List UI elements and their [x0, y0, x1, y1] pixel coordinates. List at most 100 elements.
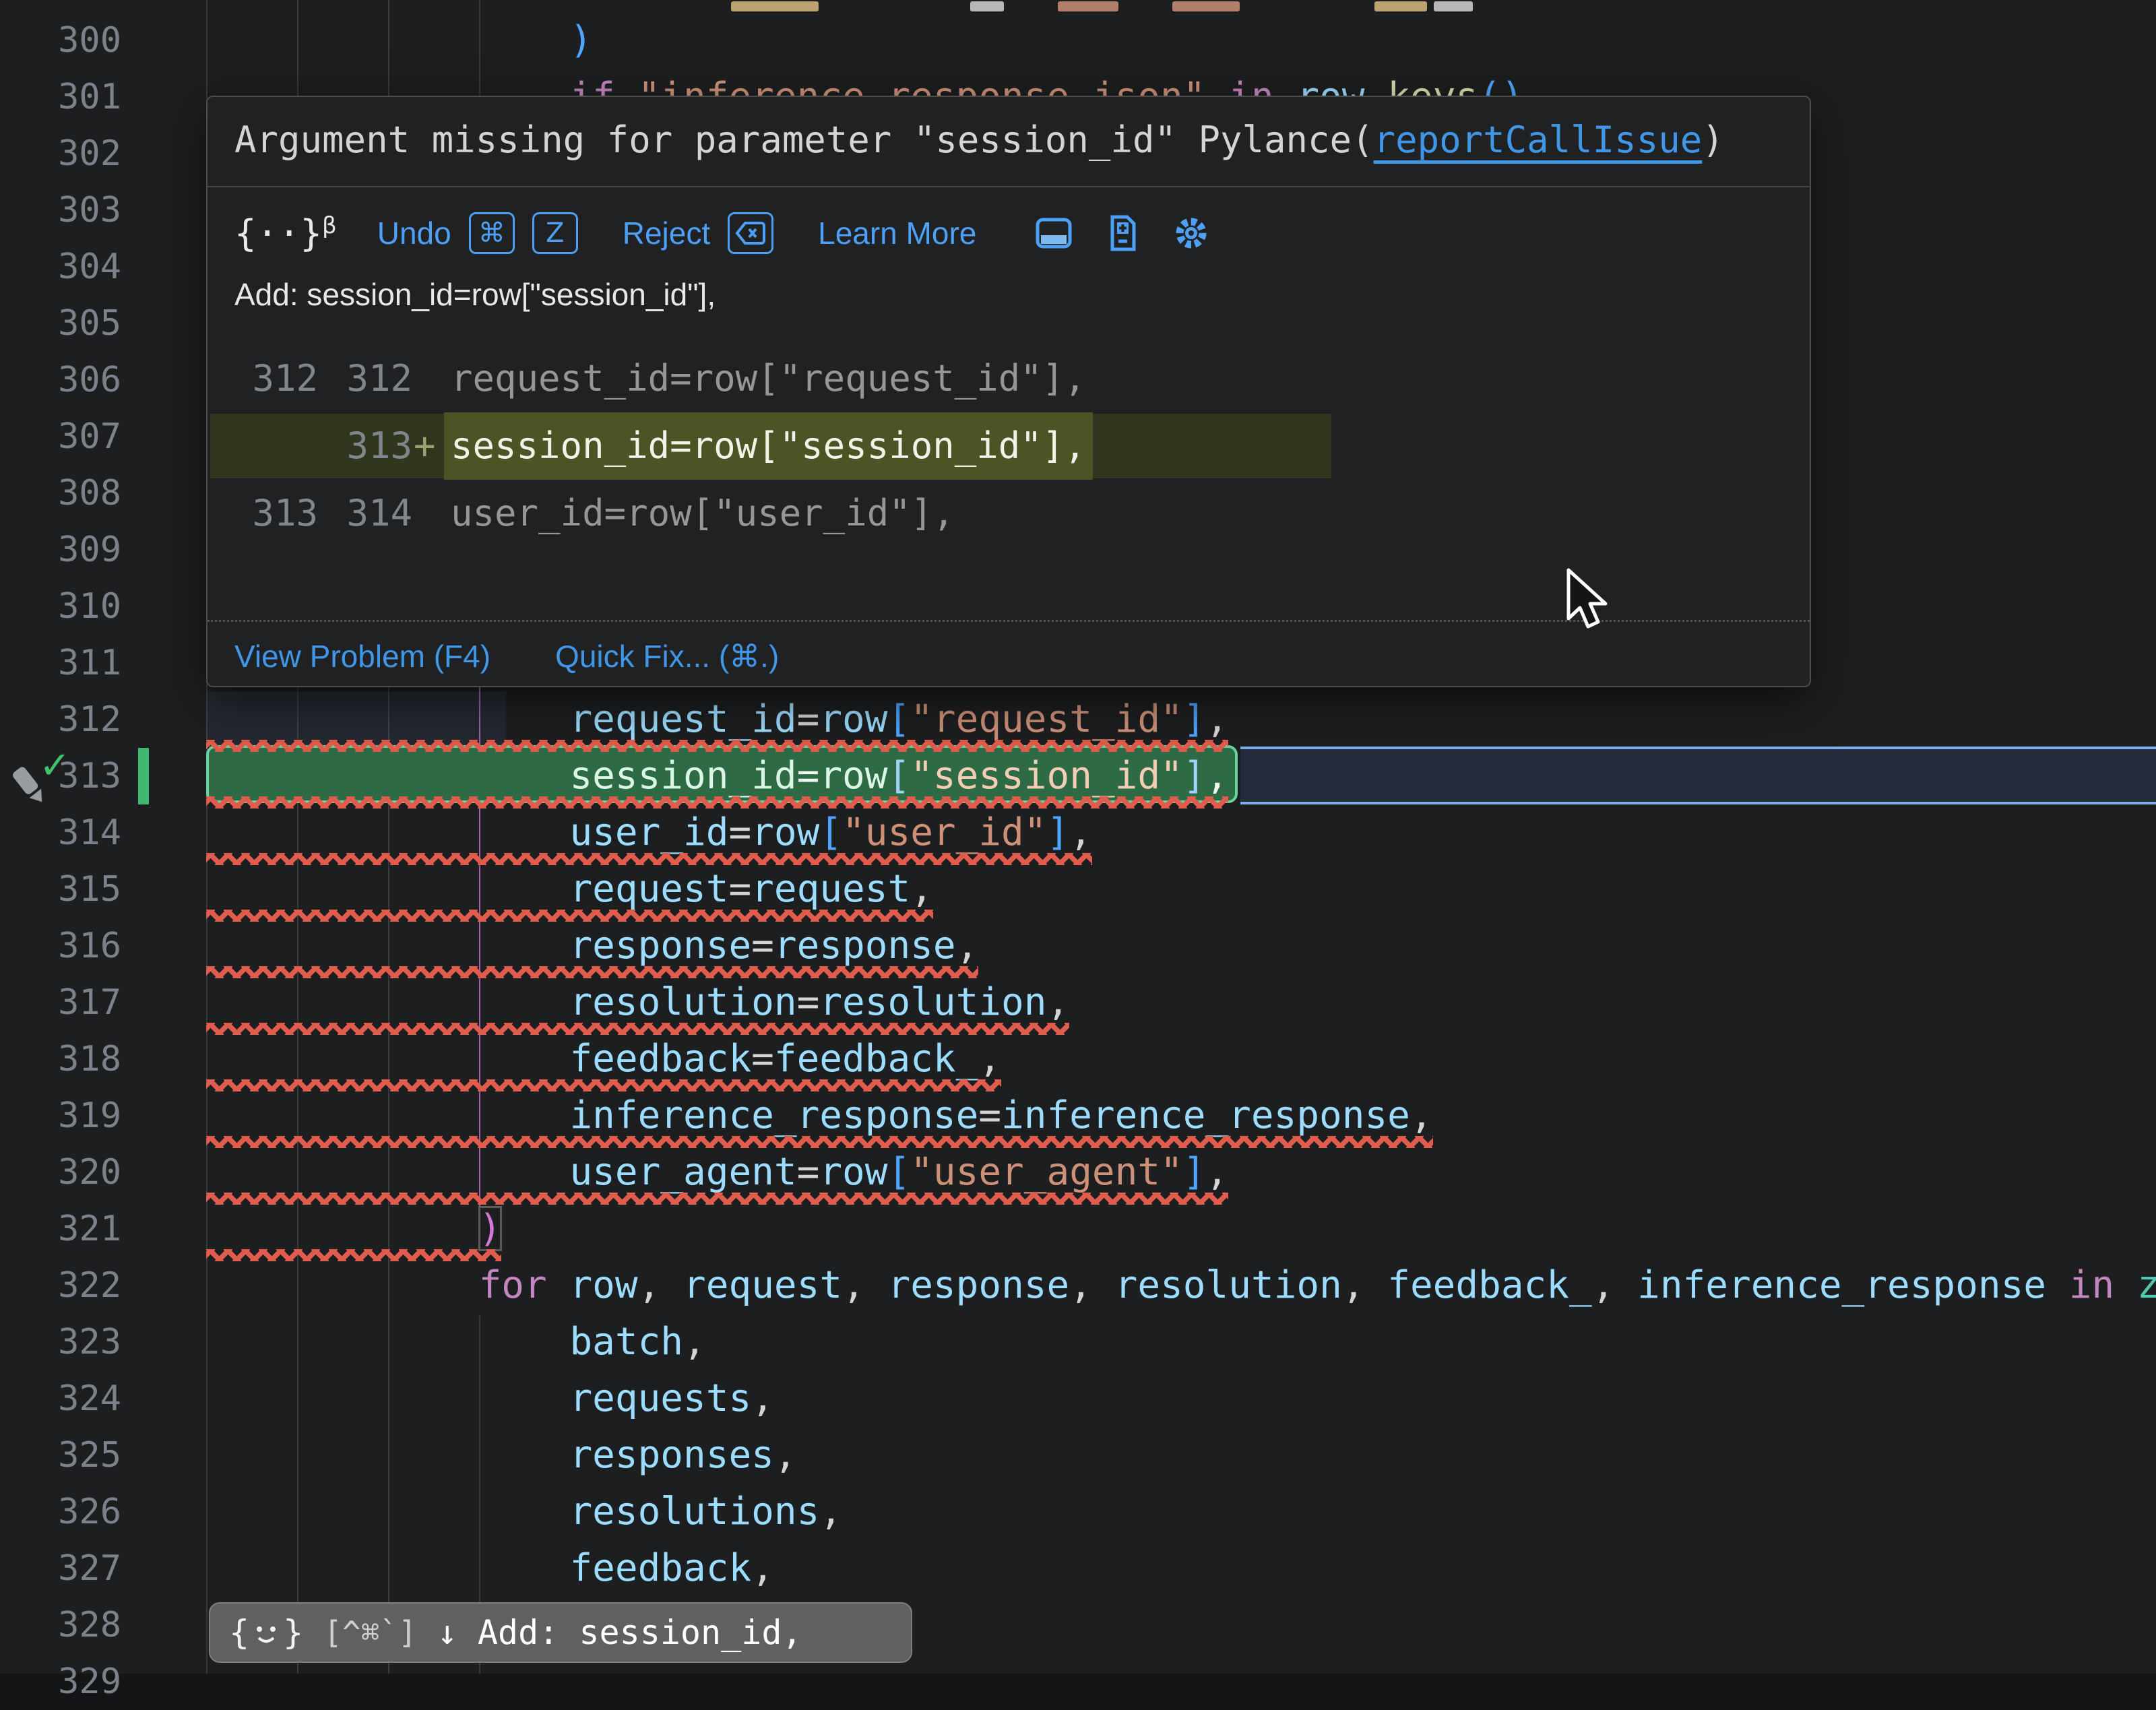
code-line-312[interactable]: 312 request_id=row["request_id"],	[0, 691, 2156, 748]
toggle-panel-icon[interactable]	[1034, 214, 1073, 253]
code-text: responses,	[206, 1427, 797, 1484]
settings-gear-icon[interactable]	[1172, 214, 1211, 253]
code-line-324[interactable]: 324 requests,	[0, 1370, 2156, 1427]
code-line-314[interactable]: 314 user_id=row["user_id"],	[0, 804, 2156, 861]
line-number: 300	[0, 12, 121, 69]
line-number: 309	[0, 521, 121, 578]
check-icon: ✓	[39, 744, 71, 788]
line-number: 325	[0, 1427, 121, 1484]
keybinding-hint: [^⌘`]	[323, 1614, 416, 1651]
line-number: 310	[0, 578, 121, 635]
line-number: 324	[0, 1370, 121, 1427]
copilot-face-icon: { }	[229, 1613, 303, 1652]
code-text: for row, request, response, resolution, …	[206, 1257, 2156, 1314]
diff-row-added: 313+session_id=row["session_id"],	[208, 412, 1810, 480]
diff-preview: 312312 request_id=row["request_id"],313+s…	[208, 345, 1810, 547]
code-line-317[interactable]: 317 resolution=resolution,	[0, 974, 2156, 1031]
error-squiggle	[206, 796, 1228, 809]
report-call-issue-link[interactable]: reportCallIssue	[1374, 119, 1703, 161]
code-line-319[interactable]: 319 inference_response=inference_respons…	[0, 1087, 2156, 1144]
code-line-313[interactable]: 313 session_id=row["session_id"],	[0, 748, 2156, 804]
error-squiggle	[206, 1249, 501, 1261]
error-squiggle	[206, 966, 978, 978]
code-line-326[interactable]: 326 resolutions,	[0, 1484, 2156, 1540]
line-number: 320	[0, 1144, 121, 1201]
code-line-322[interactable]: 322 for row, request, response, resoluti…	[0, 1257, 2156, 1314]
code-line-321[interactable]: 321 )	[0, 1201, 2156, 1257]
diff-code: request_id=row["request_id"],	[451, 345, 1086, 412]
hint-label: ↓ Add: session_id,	[437, 1613, 802, 1652]
separator	[208, 186, 1810, 187]
line-number: 311	[0, 635, 121, 691]
view-problem-link[interactable]: View Problem (F4)	[234, 638, 490, 674]
copilot-next-edit-hint[interactable]: { } [^⌘`] ↓ Add: session_id,	[209, 1602, 912, 1663]
code-line-300[interactable]: 300 )	[0, 12, 2156, 69]
open-changes-icon[interactable]	[1103, 214, 1142, 253]
inline-fix-toolbar: {··}β Undo ⌘ Z Reject Learn More	[234, 198, 1211, 268]
line-number: 301	[0, 69, 121, 125]
diff-new-line-number: 314	[326, 480, 412, 547]
diff-new-line-number: 313	[326, 412, 412, 480]
code-line-327[interactable]: 327 feedback,	[0, 1540, 2156, 1597]
code-line-320[interactable]: 320 user_agent=row["user_agent"],	[0, 1144, 2156, 1201]
code-line-318[interactable]: 318 feedback=feedback_,	[0, 1031, 2156, 1087]
copilot-edit-gutter-indicator[interactable]: ✓	[4, 753, 85, 807]
code-text: )	[206, 12, 592, 69]
line-number: 323	[0, 1314, 121, 1370]
error-squiggle	[206, 1136, 1433, 1148]
cmd-key-hint: ⌘	[469, 212, 515, 254]
line-number: 314	[0, 804, 121, 861]
line-number: 305	[0, 295, 121, 352]
learn-more-link[interactable]: Learn More	[818, 215, 976, 251]
line-number: 308	[0, 465, 121, 521]
diff-row-context: 313314 user_id=row["user_id"],	[208, 480, 1810, 547]
code-line-325[interactable]: 325 responses,	[0, 1427, 2156, 1484]
error-squiggle	[206, 1023, 1069, 1035]
code-line-323[interactable]: 323 batch,	[0, 1314, 2156, 1370]
line-number: 326	[0, 1484, 121, 1540]
diff-old-line-number: 313	[232, 480, 318, 547]
error-squiggle	[206, 853, 1092, 865]
diff-code: session_id=row["session_id"],	[444, 412, 1093, 480]
line-number: 316	[0, 918, 121, 974]
hover-actions: View Problem (F4) Quick Fix... (⌘.)	[234, 629, 779, 683]
code-text: requests,	[206, 1370, 774, 1427]
error-squiggle	[206, 740, 1228, 752]
code-text: batch,	[206, 1314, 706, 1370]
copilot-beta-icon: {··}β	[234, 212, 337, 255]
error-text-close: )	[1702, 119, 1724, 161]
line-number: 307	[0, 408, 121, 465]
diff-row-context: 312312 request_id=row["request_id"],	[208, 345, 1810, 412]
diff-old-line-number: 312	[232, 345, 318, 412]
line-number: 317	[0, 974, 121, 1031]
code-line-316[interactable]: 316 response=response,	[0, 918, 2156, 974]
diff-new-line-number: 312	[326, 345, 412, 412]
line-number: 302	[0, 125, 121, 182]
backspace-icon	[736, 221, 765, 245]
mouse-cursor	[1564, 567, 1612, 635]
z-key-hint: Z	[532, 212, 578, 254]
escape-key-icon	[728, 212, 773, 254]
line-number: 315	[0, 861, 121, 918]
error-squiggle	[206, 1079, 1001, 1091]
line-number: 327	[0, 1540, 121, 1597]
quick-fix-link[interactable]: Quick Fix... (⌘.)	[555, 638, 779, 674]
current-line-border	[1240, 747, 2156, 804]
line-number: 321	[0, 1201, 121, 1257]
git-added-gutter-bar	[138, 748, 149, 804]
reject-button[interactable]: Reject	[623, 215, 710, 251]
diff-code: user_id=row["user_id"],	[451, 480, 955, 547]
line-number: 306	[0, 352, 121, 408]
line-number: 304	[0, 239, 121, 295]
line-number: 312	[0, 691, 121, 748]
code-line-315[interactable]: 315 request=request,	[0, 861, 2156, 918]
code-text: resolutions,	[206, 1484, 842, 1540]
error-text: Argument missing for parameter "session_…	[234, 119, 1374, 161]
error-squiggle	[206, 1193, 1228, 1205]
code-text: feedback,	[206, 1540, 774, 1597]
line-number: 318	[0, 1031, 121, 1087]
undo-button[interactable]: Undo	[377, 215, 451, 251]
line-number: 303	[0, 182, 121, 239]
fix-title: Add: session_id=row["session_id"],	[234, 276, 716, 313]
line-number: 329	[0, 1653, 121, 1710]
